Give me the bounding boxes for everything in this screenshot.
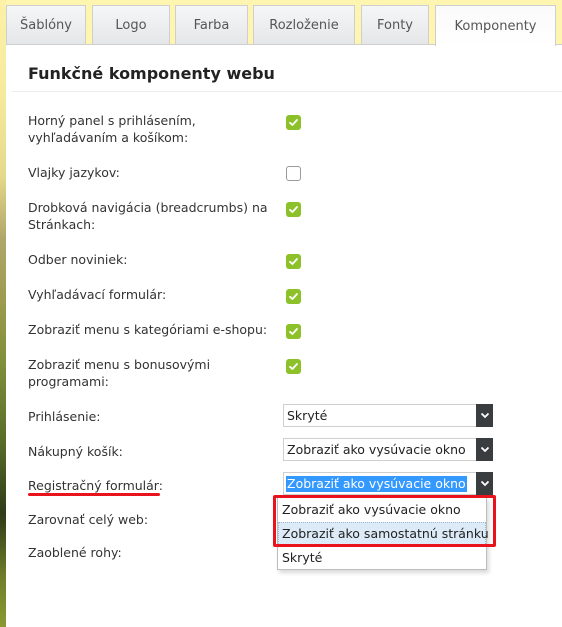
tab-label: Šablóny xyxy=(20,18,72,33)
check-icon xyxy=(289,293,298,300)
check-icon xyxy=(289,206,298,213)
option-popup-window[interactable]: Zobraziť ako vysúvacie okno xyxy=(278,498,486,522)
tab-label: Rozloženie xyxy=(269,18,339,33)
tab-label: Logo xyxy=(115,18,147,33)
label-eshop-categories: Zobraziť menu s kategóriami e-shopu: xyxy=(28,322,268,337)
title-divider xyxy=(12,91,562,92)
check-icon xyxy=(289,258,298,265)
tab-komponenty[interactable]: Komponenty xyxy=(435,5,556,46)
login-select[interactable]: Skryté xyxy=(283,404,493,427)
panel-title: Funkčné komponenty webu xyxy=(28,64,275,83)
tab-bar: Šablóny Logo Farba Rozloženie Fonty Komp… xyxy=(6,5,562,46)
cart-select-value: Zobraziť ako vysúvacie okno xyxy=(287,442,466,457)
label-bonus-programs: Zobraziť menu s bonusovými programami: xyxy=(28,357,211,389)
label-newsletter: Odber noviniek: xyxy=(28,252,128,267)
checkbox-search-form[interactable] xyxy=(286,289,301,304)
label-top-panel: Horný panel s prihlásením, vyhľadávaním … xyxy=(28,113,196,145)
option-separate-page[interactable]: Zobraziť ako samostatnú stránku xyxy=(278,522,489,546)
tab-logo[interactable]: Logo xyxy=(92,5,170,45)
checkbox-eshop-categories[interactable] xyxy=(286,324,301,339)
label-align-web: Zarovnať celý web: xyxy=(28,512,149,527)
label-rounded-corners: Zaoblené rohy: xyxy=(28,545,122,560)
label-search-form: Vyhľadávací formulár: xyxy=(28,287,167,302)
label-login: Prihlásenie: xyxy=(28,409,101,424)
tab-label: Fonty xyxy=(377,18,413,33)
chevron-down-icon[interactable] xyxy=(476,404,493,427)
check-icon xyxy=(289,363,298,370)
checkbox-breadcrumbs[interactable] xyxy=(286,202,301,217)
chevron-down-icon[interactable] xyxy=(476,438,493,461)
label-cart: Nákupný košík: xyxy=(28,444,123,459)
tab-label: Komponenty xyxy=(454,18,537,34)
tab-sablony[interactable]: Šablóny xyxy=(6,5,86,45)
label-registration-form: Registračný formulár: xyxy=(28,478,163,493)
login-select-value: Skryté xyxy=(287,408,328,423)
registration-form-select-value: Zobraziť ako vysúvacie okno xyxy=(286,476,467,492)
option-hidden[interactable]: Skryté xyxy=(278,546,486,570)
tab-farba[interactable]: Farba xyxy=(175,5,248,45)
label-breadcrumbs: Drobková navigácia (breadcrumbs) na Strá… xyxy=(28,200,268,232)
check-icon xyxy=(289,119,298,126)
label-language-flags: Vlajky jazykov: xyxy=(28,165,120,180)
chevron-down-icon[interactable] xyxy=(476,472,493,495)
tab-label: Farba xyxy=(193,18,230,33)
checkbox-bonus-programs[interactable] xyxy=(286,359,301,374)
tab-fonty[interactable]: Fonty xyxy=(361,5,429,45)
registration-form-dropdown: Zobraziť ako vysúvacie okno Zobraziť ako… xyxy=(277,497,489,570)
checkbox-language-flags[interactable] xyxy=(286,166,301,181)
checkbox-top-panel[interactable] xyxy=(286,115,301,130)
cart-select[interactable]: Zobraziť ako vysúvacie okno xyxy=(283,438,493,461)
registration-form-select[interactable]: Zobraziť ako vysúvacie okno xyxy=(283,472,493,495)
annotation-underline xyxy=(28,493,160,496)
check-icon xyxy=(289,328,298,335)
tab-rozlozenie[interactable]: Rozloženie xyxy=(253,5,355,45)
checkbox-newsletter[interactable] xyxy=(286,254,301,269)
